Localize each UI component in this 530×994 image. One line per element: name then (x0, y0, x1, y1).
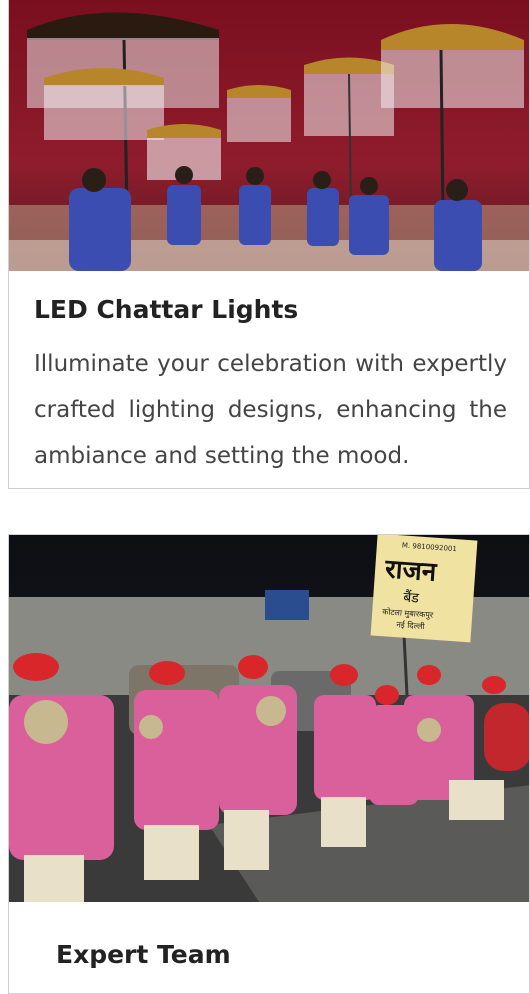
sign-band: बैंड (403, 589, 420, 607)
led-chattar-photo (9, 0, 529, 271)
band-team-photo: M. 9810092001 राजन बैंड कोटला मुबारकपुर … (9, 535, 529, 902)
sign-city: नई दिल्ली (396, 619, 426, 631)
card-description: Illuminate your celebration with expertl… (34, 351, 507, 469)
service-card-expert-team: M. 9810092001 राजन बैंड कोटला मुबारकपुर … (8, 534, 530, 994)
card-title: LED Chattar Lights (34, 295, 299, 324)
sign-name: राजन (383, 554, 439, 588)
service-card-led-chattar: LED Chattar Lights Illuminate your celeb… (8, 0, 530, 489)
card-title: Expert Team (56, 940, 231, 969)
